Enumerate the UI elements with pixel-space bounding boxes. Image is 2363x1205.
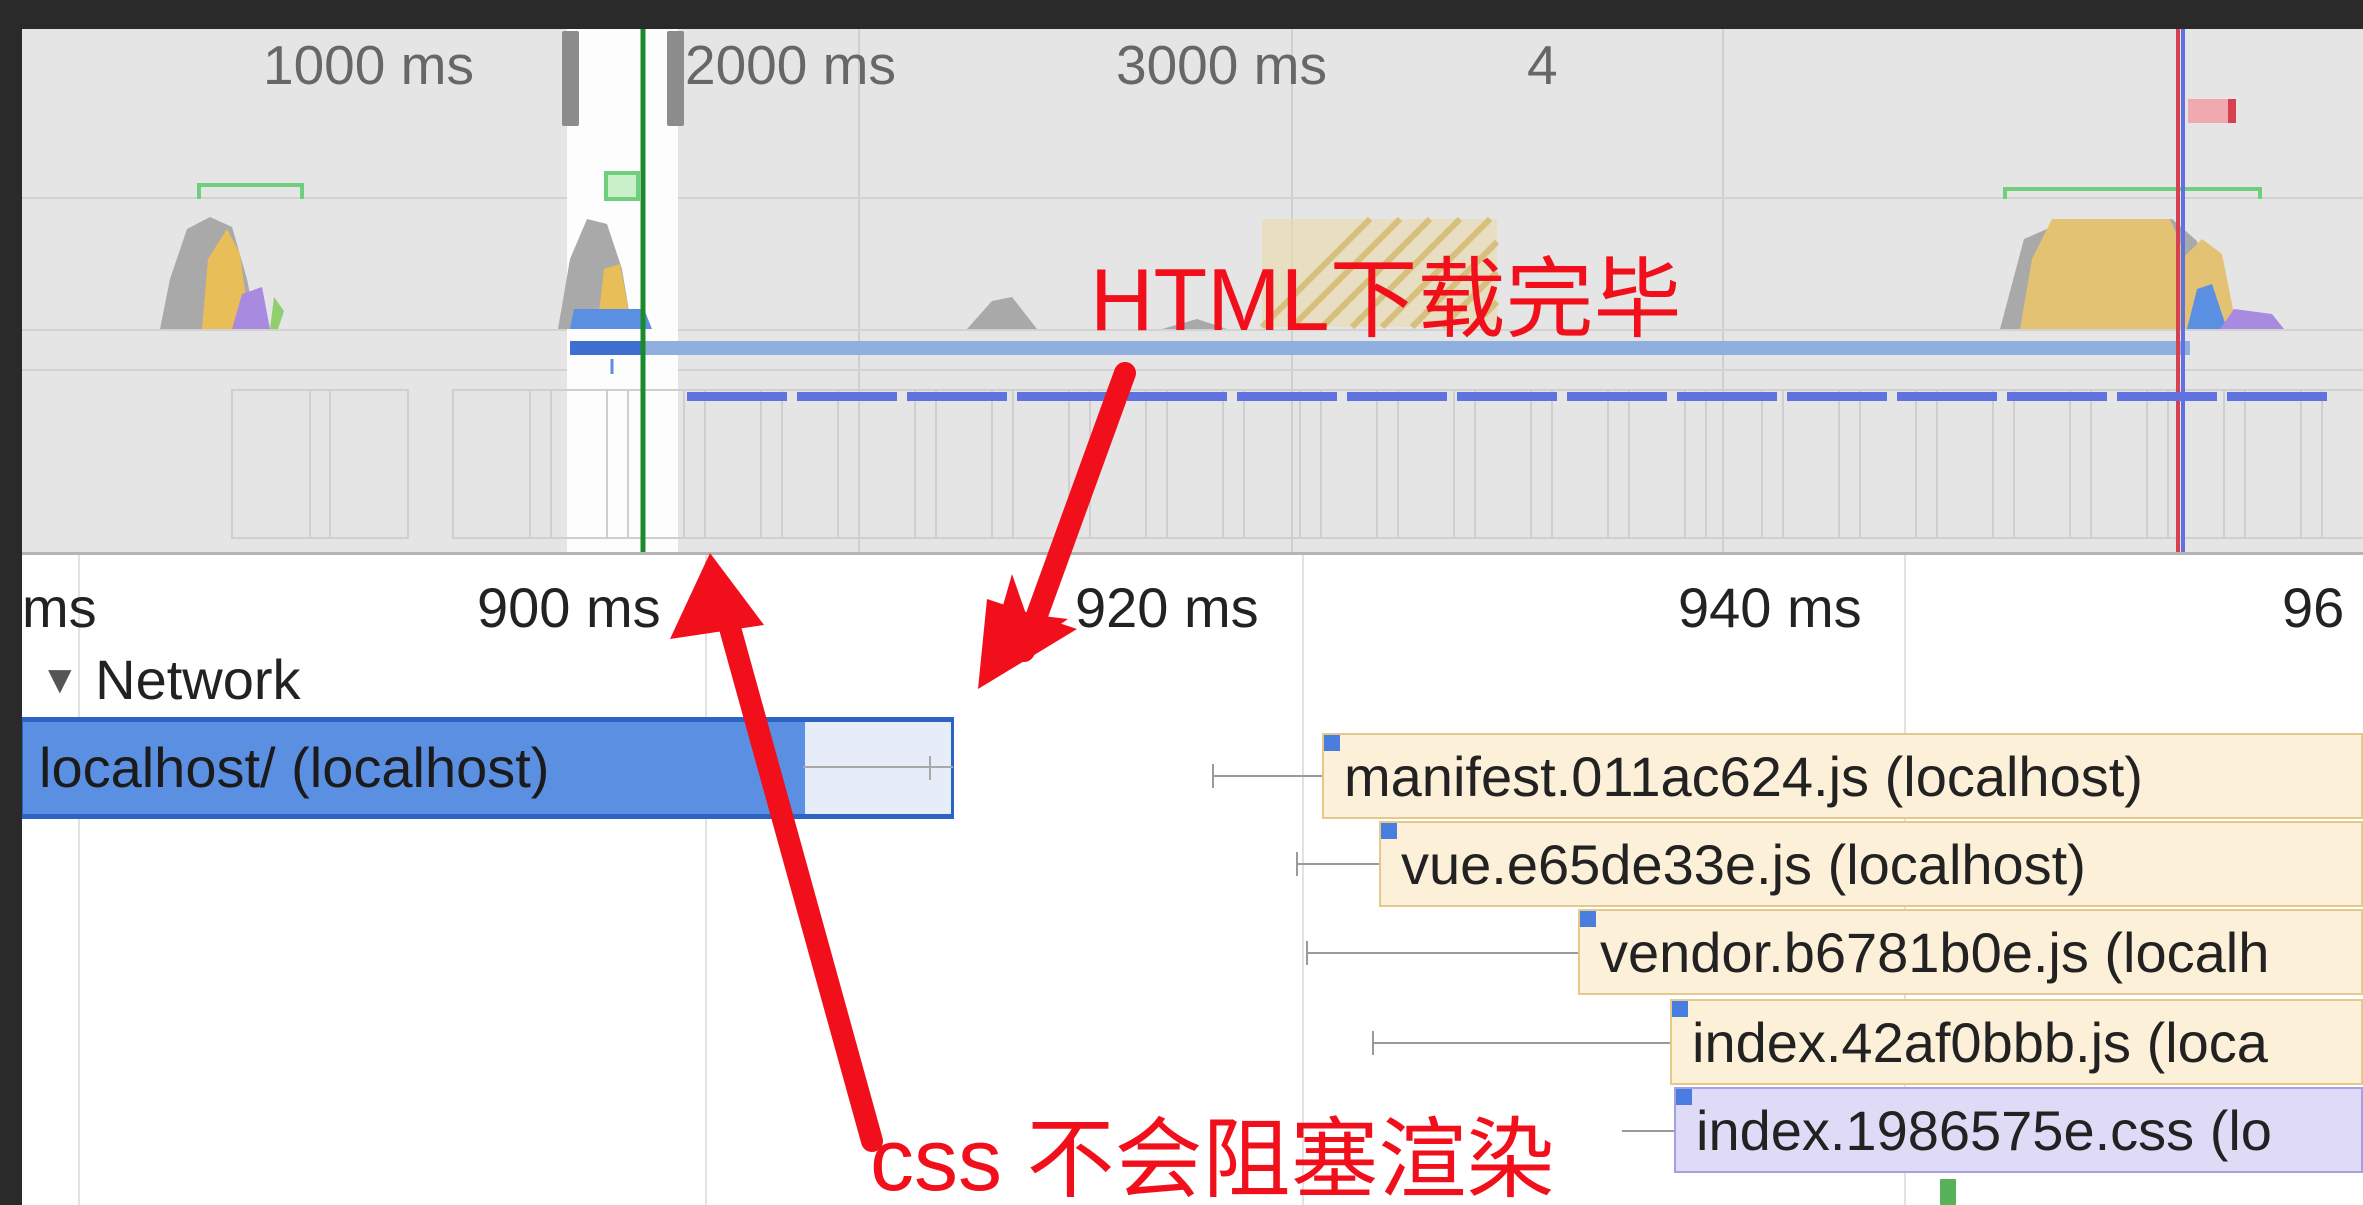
ruler-label: 920 ms xyxy=(1075,576,1259,639)
activity-bump xyxy=(2020,219,2197,329)
frame-marker xyxy=(1897,392,1997,401)
selection-handle-left[interactable] xyxy=(562,31,579,126)
paint-marker xyxy=(1940,1179,1956,1205)
request-bar-script[interactable]: index.42af0bbb.js (loca xyxy=(1670,999,2363,1085)
network-section-label: Network xyxy=(95,648,301,711)
request-bar-script[interactable]: vendor.b6781b0e.js (localh xyxy=(1578,909,2363,995)
frame-marker xyxy=(1017,392,1117,401)
request-label: index.42af0bbb.js (loca xyxy=(1692,1011,2268,1074)
error-marker xyxy=(2228,99,2236,123)
request-label: manifest.011ac624.js (localhost) xyxy=(1344,745,2143,808)
frame-marker xyxy=(907,392,1007,401)
request-whisker xyxy=(1296,863,1382,865)
request-whisker-cap xyxy=(1212,764,1214,788)
ruler-label: 96 xyxy=(2282,576,2345,639)
request-priority-marker xyxy=(1676,1089,1692,1105)
activity-bump xyxy=(270,297,284,329)
request-whisker xyxy=(1372,1042,1674,1044)
activity-bump xyxy=(967,297,1037,329)
frame-marker xyxy=(1237,392,1337,401)
performance-panel: 1000 ms 2000 ms 3000 ms 4 ms 900 ms 920 … xyxy=(22,29,2363,1205)
request-label: vendor.b6781b0e.js (localh xyxy=(1600,921,2270,984)
frame-marker xyxy=(2227,392,2327,401)
frame-marker xyxy=(1677,392,1777,401)
request-bar-stylesheet[interactable]: index.1986575e.css (lo xyxy=(1674,1087,2363,1173)
frame-marker xyxy=(687,392,787,401)
network-overview-bar xyxy=(570,341,642,355)
ruler-label: ms xyxy=(22,576,97,639)
request-whisker-cap xyxy=(1372,1031,1374,1055)
annotation-html-downloaded: HTML下载完毕 xyxy=(1090,250,1682,349)
error-marker xyxy=(2188,99,2232,123)
request-priority-marker xyxy=(1672,1001,1688,1017)
request-bar-script[interactable]: manifest.011ac624.js (localhost) xyxy=(1322,733,2363,819)
ruler-label: 900 ms xyxy=(477,576,661,639)
request-whisker-cap xyxy=(1306,941,1308,965)
long-task-marker xyxy=(604,171,640,201)
frame-marker xyxy=(1127,392,1227,401)
request-whisker-cap xyxy=(1296,852,1298,876)
request-priority-marker xyxy=(1324,735,1340,751)
frame-marker xyxy=(797,392,897,401)
collapse-triangle-icon[interactable]: ▼ xyxy=(40,658,80,702)
long-task-bracket xyxy=(2003,187,2262,199)
request-whisker xyxy=(1622,1130,1676,1132)
detail-time-ruler[interactable]: ms 900 ms 920 ms 940 ms 96 xyxy=(22,555,2363,645)
frame-marker xyxy=(2007,392,2107,401)
request-label: vue.e65de33e.js (localhost) xyxy=(1401,833,2086,896)
long-task-bracket xyxy=(197,183,304,199)
frame-marker xyxy=(1457,392,1557,401)
request-bar-document[interactable]: localhost/ (localhost) xyxy=(22,717,954,819)
network-track-header[interactable]: ▼ Network xyxy=(40,647,301,712)
detail-gridline xyxy=(705,555,707,1205)
ruler-label: 940 ms xyxy=(1678,576,1862,639)
frame-marker xyxy=(1347,392,1447,401)
frame-marker xyxy=(1567,392,1667,401)
request-whisker-cap xyxy=(929,756,931,780)
selection-handle-right[interactable] xyxy=(667,31,684,126)
request-bar-script[interactable]: vue.e65de33e.js (localhost) xyxy=(1379,821,2363,907)
annotation-css-not-blocking: css 不会阻塞渲染 xyxy=(870,1110,1555,1205)
request-priority-marker xyxy=(1580,911,1596,927)
frame-marker xyxy=(2117,392,2217,401)
request-label: index.1986575e.css (lo xyxy=(1696,1099,2272,1162)
request-priority-marker xyxy=(1381,823,1397,839)
request-label: localhost/ (localhost) xyxy=(39,736,550,799)
activity-bump xyxy=(570,309,652,329)
frame-marker xyxy=(1787,392,1887,401)
request-whisker xyxy=(1306,952,1584,954)
